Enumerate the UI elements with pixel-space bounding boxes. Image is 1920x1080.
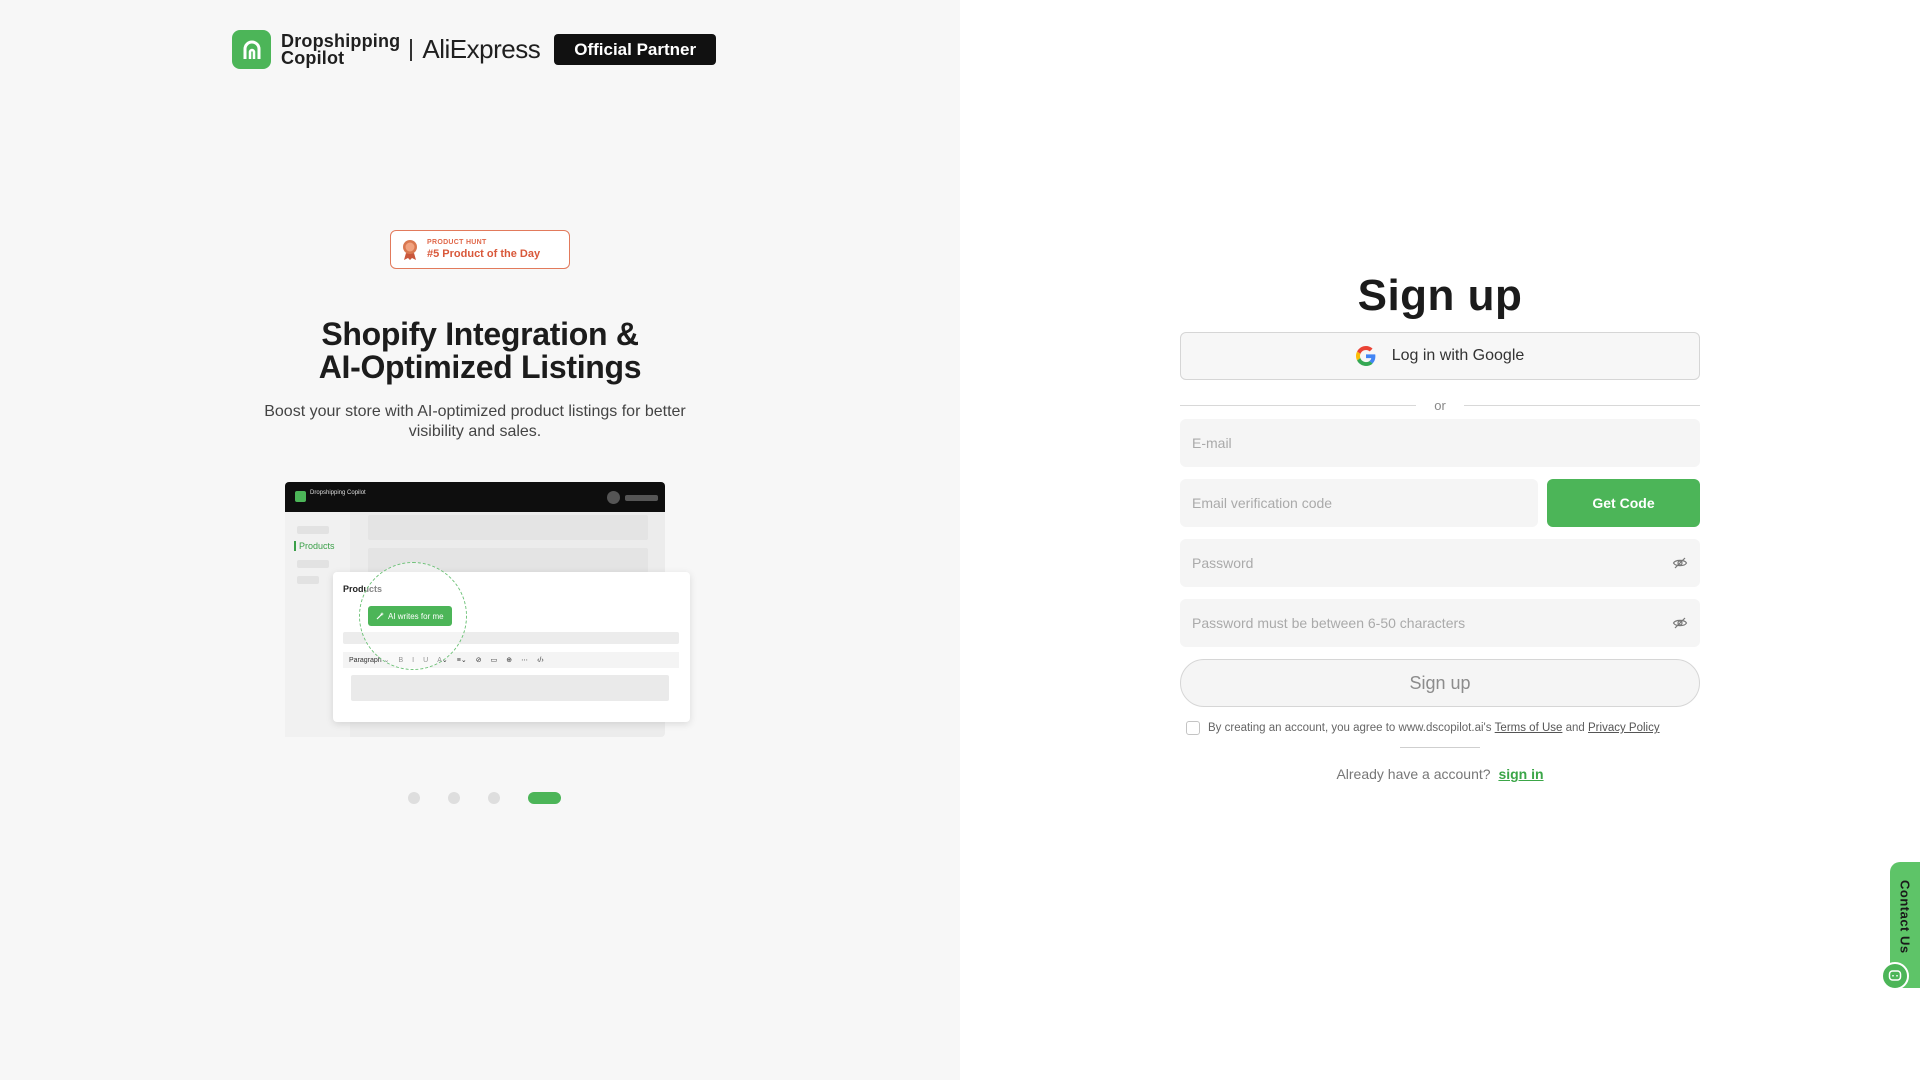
toolbar-item: ⊘	[475, 657, 482, 664]
illustration-logo-icon	[295, 491, 306, 502]
terms-text: By creating an account, you agree to www…	[1208, 722, 1492, 734]
terms-agreement: By creating an account, you agree to www…	[1180, 721, 1700, 735]
separator-line	[1400, 747, 1480, 748]
feature-illustration: Dropshipping Copilot Products Products P…	[285, 482, 690, 737]
illustration-topbar: Dropshipping Copilot	[285, 482, 665, 512]
divider-line	[1180, 404, 1417, 406]
signin-link[interactable]: sign in	[1498, 766, 1543, 782]
official-partner-badge: Official Partner	[554, 34, 717, 65]
illustration-brand: Dropshipping Copilot	[310, 490, 366, 496]
toolbar-item: ⋯	[521, 657, 529, 664]
illustration-username	[625, 495, 658, 501]
toolbar-item: ≡⌄	[456, 657, 467, 664]
confirm-password-field	[1180, 599, 1700, 647]
medal-icon	[403, 239, 417, 260]
google-login-button[interactable]: Log in with Google	[1180, 332, 1700, 380]
illustration-sidebar-placeholder	[297, 526, 329, 534]
badge-rank: #5 Product of the Day	[427, 248, 541, 260]
illustration-avatar	[607, 491, 620, 504]
illustration-row	[368, 515, 648, 540]
contact-us-label: Contact Us	[1897, 880, 1913, 954]
page-title: Sign up	[1357, 271, 1523, 320]
carousel-dot[interactable]	[488, 792, 500, 804]
illustration-editor-area	[351, 675, 669, 701]
signup-button[interactable]: Sign up	[1180, 659, 1700, 707]
illustration-ai-button-label: AI writes for me	[388, 611, 444, 621]
illustration-sidebar-placeholder	[297, 576, 319, 584]
carousel-dot[interactable]	[408, 792, 420, 804]
hero-title: Shopify Integration & AI-Optimized Listi…	[200, 318, 760, 384]
app-logo-icon[interactable]	[232, 30, 271, 69]
email-input[interactable]	[1192, 435, 1688, 451]
email-field	[1180, 419, 1700, 467]
chat-icon[interactable]	[1881, 962, 1909, 990]
confirm-password-input[interactable]	[1192, 615, 1672, 631]
password-field	[1180, 539, 1700, 587]
terms-and-text: and	[1565, 722, 1585, 734]
marketing-panel: Dropshipping Copilot AliExpress Official…	[0, 0, 960, 1080]
or-divider: or	[1180, 395, 1700, 415]
illustration-sidebar-item: Products	[294, 541, 335, 551]
google-icon	[1355, 346, 1376, 366]
hero-title-line2: AI-Optimized Listings	[318, 349, 642, 385]
product-hunt-badge[interactable]: PRODUCT HUNT #5 Product of the Day	[390, 230, 570, 269]
carousel-dots	[408, 792, 561, 804]
signin-prompt: Already have a account? sign in	[1180, 766, 1700, 782]
signin-prompt-text: Already have a account?	[1336, 766, 1491, 782]
carousel-dot[interactable]	[448, 792, 460, 804]
toolbar-item: ⊕	[506, 657, 513, 664]
or-label: or	[1434, 397, 1446, 413]
illustration-sidebar-placeholder	[297, 560, 329, 568]
password-input[interactable]	[1192, 555, 1672, 571]
terms-checkbox[interactable]	[1186, 721, 1200, 735]
eye-off-icon[interactable]	[1672, 555, 1688, 571]
toolbar-item: ▭	[490, 657, 498, 664]
eye-off-icon[interactable]	[1672, 615, 1688, 631]
partner-logo: AliExpress	[422, 34, 541, 64]
verification-code-input[interactable]	[1192, 495, 1526, 511]
hero-title-line1: Shopify Integration &	[321, 316, 639, 352]
hero-subtitle: Boost your store with AI-optimized produ…	[264, 403, 686, 440]
terms-of-use-link[interactable]: Terms of Use	[1495, 722, 1563, 734]
carousel-dot-active[interactable]	[528, 792, 561, 804]
get-code-button[interactable]: Get Code	[1547, 479, 1700, 527]
brand-header: Dropshipping Copilot AliExpress Official…	[232, 30, 717, 69]
illustration-ai-button: AI writes for me	[368, 606, 452, 626]
brand-name-line1: Dropshipping	[281, 30, 401, 51]
magic-wand-icon	[376, 612, 384, 620]
signup-form: Sign up Log in with Google or E-mail Ema…	[1180, 268, 1700, 782]
signup-page: Dropshipping Copilot AliExpress Official…	[0, 0, 1920, 1080]
verification-code-field	[1180, 479, 1538, 527]
badge-source: PRODUCT HUNT	[427, 239, 487, 246]
brand-name-line2: Copilot	[281, 47, 345, 68]
toolbar-item: ‹/›	[537, 656, 544, 664]
divider-line	[1463, 404, 1700, 406]
google-login-label: Log in with Google	[1391, 347, 1525, 364]
signup-panel: Sign up Log in with Google or E-mail Ema…	[960, 0, 1920, 1080]
privacy-policy-link[interactable]: Privacy Policy	[1588, 722, 1660, 734]
brand-name: Dropshipping Copilot	[281, 30, 401, 68]
brand-divider	[410, 38, 413, 61]
verification-row: Get Code	[1180, 479, 1700, 527]
